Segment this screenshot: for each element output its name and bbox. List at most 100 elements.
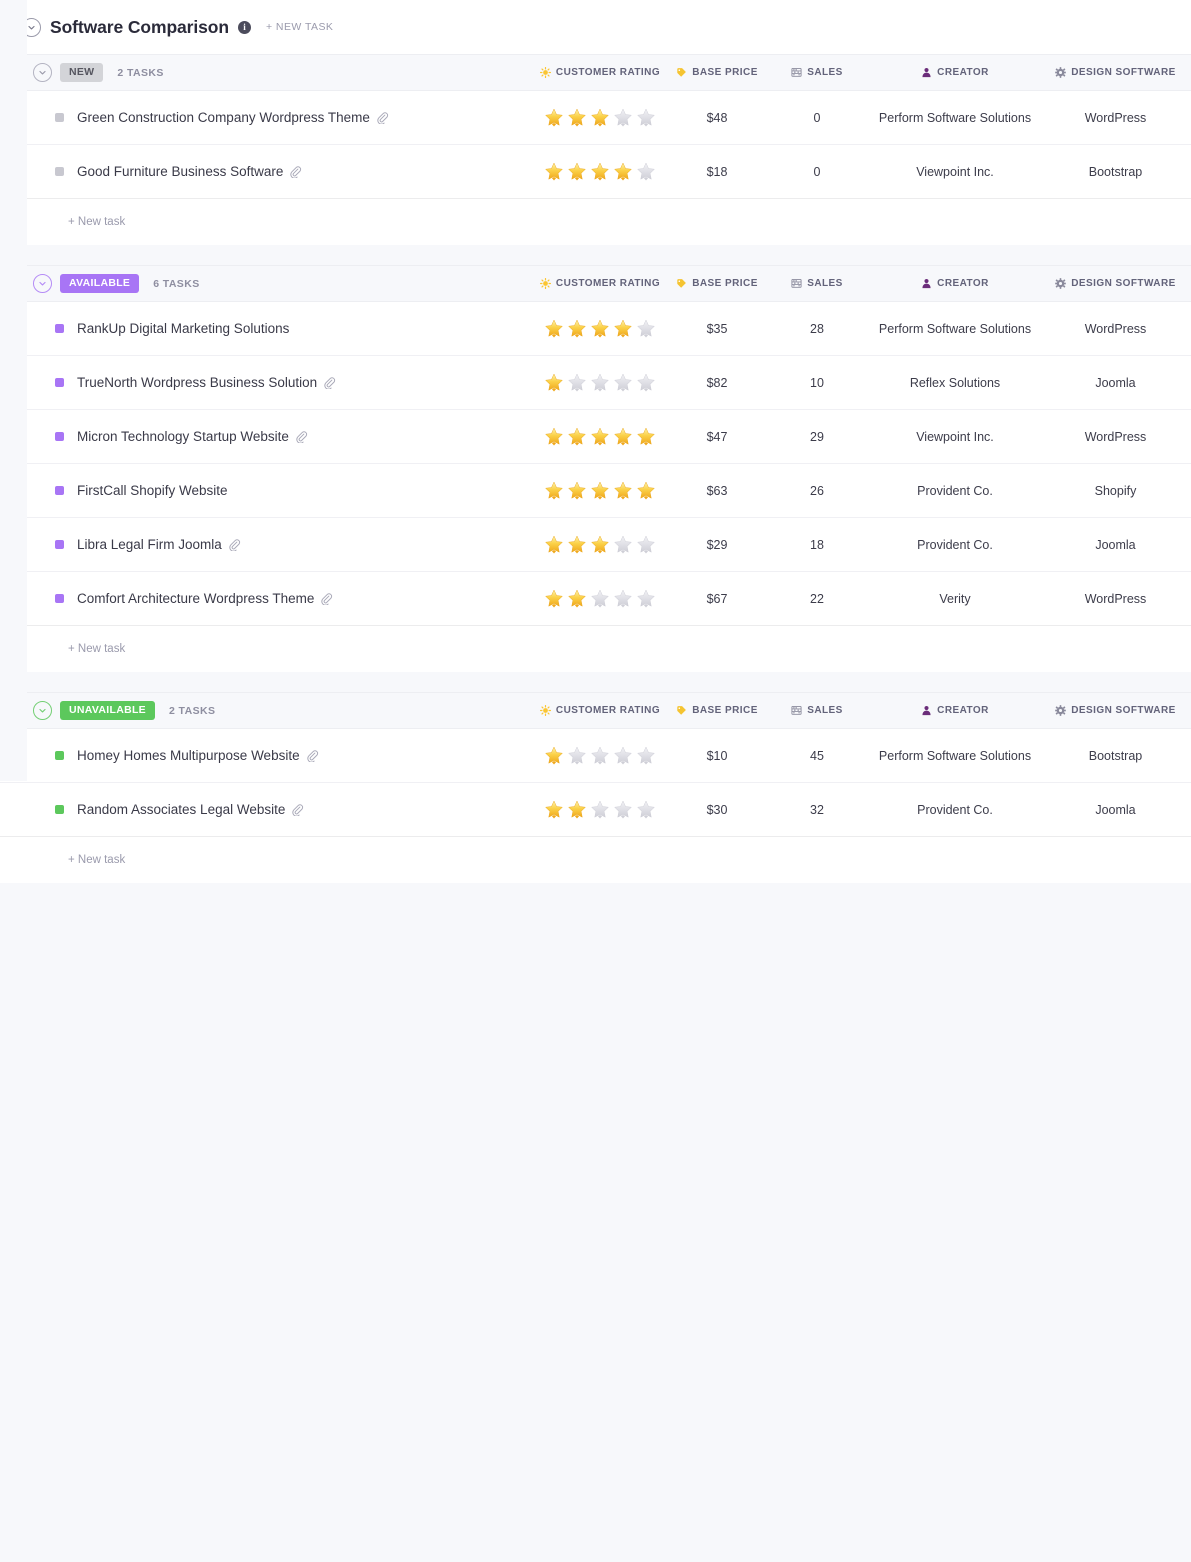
cell-sales[interactable]: 29 (772, 410, 862, 463)
cell-software[interactable]: Shopify (1040, 464, 1191, 517)
column-header-price[interactable]: BASE PRICE (668, 55, 766, 90)
cell-rating-stars[interactable] (520, 302, 680, 355)
cell-price[interactable]: $47 (668, 410, 766, 463)
cell-software[interactable]: WordPress (1040, 572, 1191, 625)
cell-sales[interactable]: 28 (772, 302, 862, 355)
cell-price[interactable]: $30 (668, 783, 766, 836)
status-badge[interactable]: UNAVAILABLE (60, 701, 155, 720)
attachment-paperclip-icon[interactable] (296, 431, 308, 443)
table-row[interactable]: RankUp Digital Marketing Solutions $3528 P… (0, 302, 1191, 356)
cell-rating-stars[interactable] (520, 91, 680, 144)
column-header-rating[interactable]: CUSTOMER RATING (520, 266, 680, 301)
cell-price[interactable]: $10 (668, 729, 766, 782)
cell-software[interactable]: WordPress (1040, 302, 1191, 355)
cell-creator[interactable]: Viewpoint Inc. (880, 145, 1030, 198)
task-name-cell[interactable]: FirstCall Shopify Website (0, 483, 228, 498)
attachment-paperclip-icon[interactable] (292, 804, 304, 816)
task-name-cell[interactable]: Green Construction Company Wordpress The… (0, 110, 389, 125)
cell-sales[interactable]: 45 (772, 729, 862, 782)
cell-creator[interactable]: Provident Co. (880, 464, 1030, 517)
attachment-paperclip-icon[interactable] (324, 377, 336, 389)
column-header-creator[interactable]: CREATOR (880, 266, 1030, 301)
column-header-creator[interactable]: CREATOR (880, 693, 1030, 728)
new-task-row-button[interactable]: + New task (0, 626, 1191, 672)
task-status-dot[interactable] (55, 378, 64, 387)
cell-creator[interactable]: Provident Co. (880, 783, 1030, 836)
new-task-row-button[interactable]: + New task (0, 199, 1191, 245)
cell-sales[interactable]: 10 (772, 356, 862, 409)
new-task-row-button[interactable]: + New task (0, 837, 1191, 883)
cell-software[interactable]: Bootstrap (1040, 145, 1191, 198)
column-header-price[interactable]: BASE PRICE (668, 693, 766, 728)
new-task-top-button[interactable]: + NEW TASK (266, 21, 333, 33)
attachment-paperclip-icon[interactable] (321, 593, 333, 605)
cell-sales[interactable]: 32 (772, 783, 862, 836)
column-header-rating[interactable]: CUSTOMER RATING (520, 55, 680, 90)
task-name-cell[interactable]: Good Furniture Business Software (0, 164, 302, 179)
task-status-dot[interactable] (55, 540, 64, 549)
task-status-dot[interactable] (55, 805, 64, 814)
task-status-dot[interactable] (55, 751, 64, 760)
table-row[interactable]: Green Construction Company Wordpress The… (0, 91, 1191, 145)
attachment-paperclip-icon[interactable] (229, 539, 241, 551)
table-row[interactable]: FirstCall Shopify Website$6326Provident … (0, 464, 1191, 518)
task-name-cell[interactable]: Random Associates Legal Website (0, 802, 304, 817)
task-status-dot[interactable] (55, 486, 64, 495)
cell-rating-stars[interactable] (520, 518, 680, 571)
table-row[interactable]: Comfort Architecture Wordpress Theme$672… (0, 572, 1191, 626)
cell-rating-stars[interactable] (520, 356, 680, 409)
attachment-paperclip-icon[interactable] (377, 112, 389, 124)
cell-creator[interactable]: Perform Software Solutions (880, 91, 1030, 144)
cell-software[interactable]: Bootstrap (1040, 729, 1191, 782)
task-status-dot[interactable] (55, 324, 64, 333)
cell-software[interactable]: WordPress (1040, 91, 1191, 144)
cell-price[interactable]: $63 (668, 464, 766, 517)
table-row[interactable]: TrueNorth Wordpress Business Solution $82… (0, 356, 1191, 410)
column-header-software[interactable]: DESIGN SOFTWARE (1040, 55, 1191, 90)
table-row[interactable]: Random Associates Legal Website $3032 Prov… (0, 783, 1191, 837)
status-badge[interactable]: AVAILABLE (60, 274, 139, 293)
cell-creator[interactable]: Reflex Solutions (880, 356, 1030, 409)
cell-rating-stars[interactable] (520, 572, 680, 625)
task-name-cell[interactable]: RankUp Digital Marketing Solutions (0, 321, 289, 336)
column-header-sales[interactable]: SALES (772, 266, 862, 301)
table-row[interactable]: Micron Technology Startup Website $4729 Vi… (0, 410, 1191, 464)
task-name-cell[interactable]: TrueNorth Wordpress Business Solution (0, 375, 336, 390)
cell-creator[interactable]: Perform Software Solutions (880, 302, 1030, 355)
attachment-paperclip-icon[interactable] (290, 166, 302, 178)
cell-creator[interactable]: Verity (880, 572, 1030, 625)
info-icon[interactable]: i (238, 21, 251, 34)
cell-price[interactable]: $18 (668, 145, 766, 198)
column-header-price[interactable]: BASE PRICE (668, 266, 766, 301)
table-row[interactable]: Libra Legal Firm Joomla$2918Provident Co… (0, 518, 1191, 572)
status-badge[interactable]: NEW (60, 63, 103, 82)
group-collapse-chevron-icon[interactable] (33, 63, 52, 82)
cell-price[interactable]: $82 (668, 356, 766, 409)
column-header-software[interactable]: DESIGN SOFTWARE (1040, 693, 1191, 728)
column-header-creator[interactable]: CREATOR (880, 55, 1030, 90)
task-status-dot[interactable] (55, 594, 64, 603)
collapse-all-chevron-icon[interactable] (22, 18, 41, 37)
column-header-sales[interactable]: SALES (772, 55, 862, 90)
table-row[interactable]: Good Furniture Business Software$180View… (0, 145, 1191, 199)
cell-creator[interactable]: Viewpoint Inc. (880, 410, 1030, 463)
cell-software[interactable]: Joomla (1040, 356, 1191, 409)
group-collapse-chevron-icon[interactable] (33, 274, 52, 293)
cell-software[interactable]: WordPress (1040, 410, 1191, 463)
cell-price[interactable]: $48 (668, 91, 766, 144)
cell-rating-stars[interactable] (520, 783, 680, 836)
cell-sales[interactable]: 0 (772, 91, 862, 144)
cell-rating-stars[interactable] (520, 410, 680, 463)
column-header-rating[interactable]: CUSTOMER RATING (520, 693, 680, 728)
task-name-cell[interactable]: Comfort Architecture Wordpress Theme (0, 591, 333, 606)
attachment-paperclip-icon[interactable] (307, 750, 319, 762)
task-name-cell[interactable]: Micron Technology Startup Website (0, 429, 308, 444)
cell-creator[interactable]: Perform Software Solutions (880, 729, 1030, 782)
cell-creator[interactable]: Provident Co. (880, 518, 1030, 571)
cell-rating-stars[interactable] (520, 464, 680, 517)
cell-price[interactable]: $35 (668, 302, 766, 355)
cell-sales[interactable]: 22 (772, 572, 862, 625)
cell-rating-stars[interactable] (520, 145, 680, 198)
cell-software[interactable]: Joomla (1040, 783, 1191, 836)
task-name-cell[interactable]: Homey Homes Multipurpose Website (0, 748, 319, 763)
